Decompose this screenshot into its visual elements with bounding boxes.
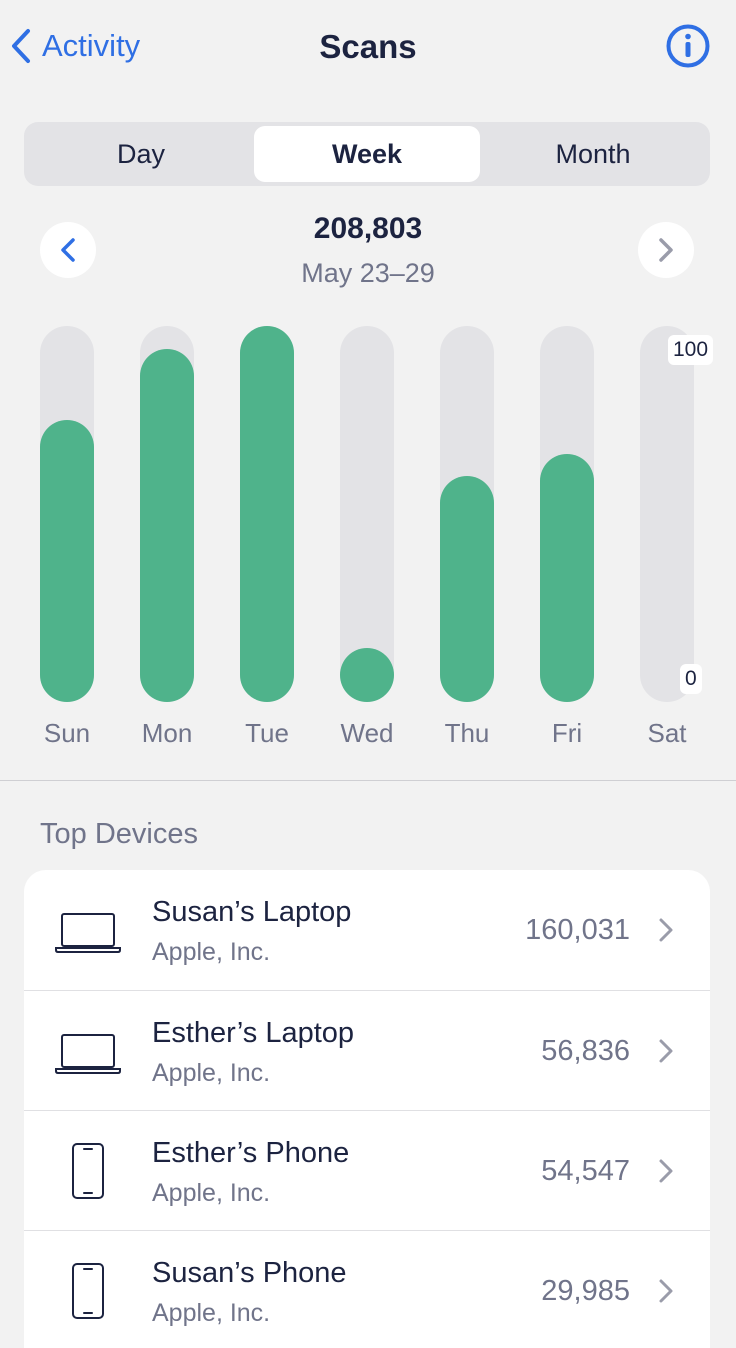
device-maker: Apple, Inc. (152, 1299, 271, 1327)
device-scan-count: 160,031 (525, 914, 630, 946)
chevron-right-icon (659, 238, 673, 262)
segment-week[interactable]: Week (254, 126, 480, 182)
x-tick-label: Mon (141, 718, 193, 748)
top-devices-list: Susan’s Laptop Apple, Inc. 160,031 Esthe… (24, 870, 710, 1348)
device-maker: Apple, Inc. (152, 1179, 271, 1207)
phone-icon (72, 1263, 104, 1319)
period-range: May 23–29 (301, 258, 435, 288)
page-title: Scans (319, 28, 417, 65)
x-tick-label: Thu (444, 718, 490, 748)
chart-bar[interactable] (140, 348, 194, 702)
y-axis-min-label: 0 (680, 664, 702, 694)
chart-bar-track (340, 326, 394, 702)
x-tick-label: Tue (245, 718, 289, 748)
chart-bar[interactable] (340, 648, 394, 702)
chart-bar[interactable] (440, 476, 494, 702)
device-scan-count: 56,836 (541, 1035, 630, 1067)
x-tick-label: Sun (43, 718, 91, 748)
x-tick-label: Sat (647, 718, 687, 748)
segment-month[interactable]: Month (480, 126, 706, 182)
chevron-right-icon (659, 1279, 673, 1303)
device-name: Susan’s Phone (152, 1257, 347, 1289)
device-name: Esther’s Phone (152, 1137, 350, 1169)
x-tick-label: Wed (340, 718, 394, 748)
device-maker: Apple, Inc. (152, 938, 271, 966)
device-scan-count: 54,547 (541, 1155, 630, 1187)
device-name: Esther’s Laptop (152, 1017, 355, 1049)
list-item-device[interactable]: Susan’s Phone Apple, Inc. 29,985 (24, 1230, 710, 1348)
nav-bar: Activity Scans (0, 0, 736, 96)
list-item-device[interactable]: Susan’s Laptop Apple, Inc. 160,031 (24, 870, 710, 990)
chevron-right-icon (659, 1039, 673, 1063)
y-axis-max-label: 100 (668, 335, 714, 365)
chart-bar[interactable] (40, 420, 94, 702)
list-item-device[interactable]: Esther’s Phone Apple, Inc. 54,547 (24, 1110, 710, 1230)
device-maker: Apple, Inc. (152, 1059, 271, 1087)
chevron-right-icon (659, 918, 673, 942)
device-name: Susan’s Laptop (152, 896, 352, 928)
chart-bar[interactable] (540, 453, 594, 702)
period-segmented-control: Day Week Month (24, 122, 710, 186)
list-item-device[interactable]: Esther’s Laptop Apple, Inc. 56,836 (24, 990, 710, 1110)
phone-icon (72, 1143, 104, 1199)
period-total: 208,803 (313, 212, 423, 245)
chart-bar-track (640, 326, 694, 702)
laptop-icon (55, 913, 121, 953)
scans-bar-chart: Sun Mon Tue Wed Thu Fri Sat 100 0 (0, 300, 736, 770)
x-tick-label: Fri (551, 718, 583, 748)
device-scan-count: 29,985 (541, 1275, 630, 1307)
next-period-button[interactable] (638, 222, 694, 278)
laptop-icon (55, 1034, 121, 1074)
chevron-right-icon (659, 1159, 673, 1183)
info-icon (666, 24, 710, 68)
divider (0, 780, 736, 781)
segment-day[interactable]: Day (28, 126, 254, 182)
chart-bar[interactable] (240, 326, 294, 702)
info-button[interactable] (666, 24, 710, 68)
section-title-top-devices: Top Devices (40, 818, 198, 850)
